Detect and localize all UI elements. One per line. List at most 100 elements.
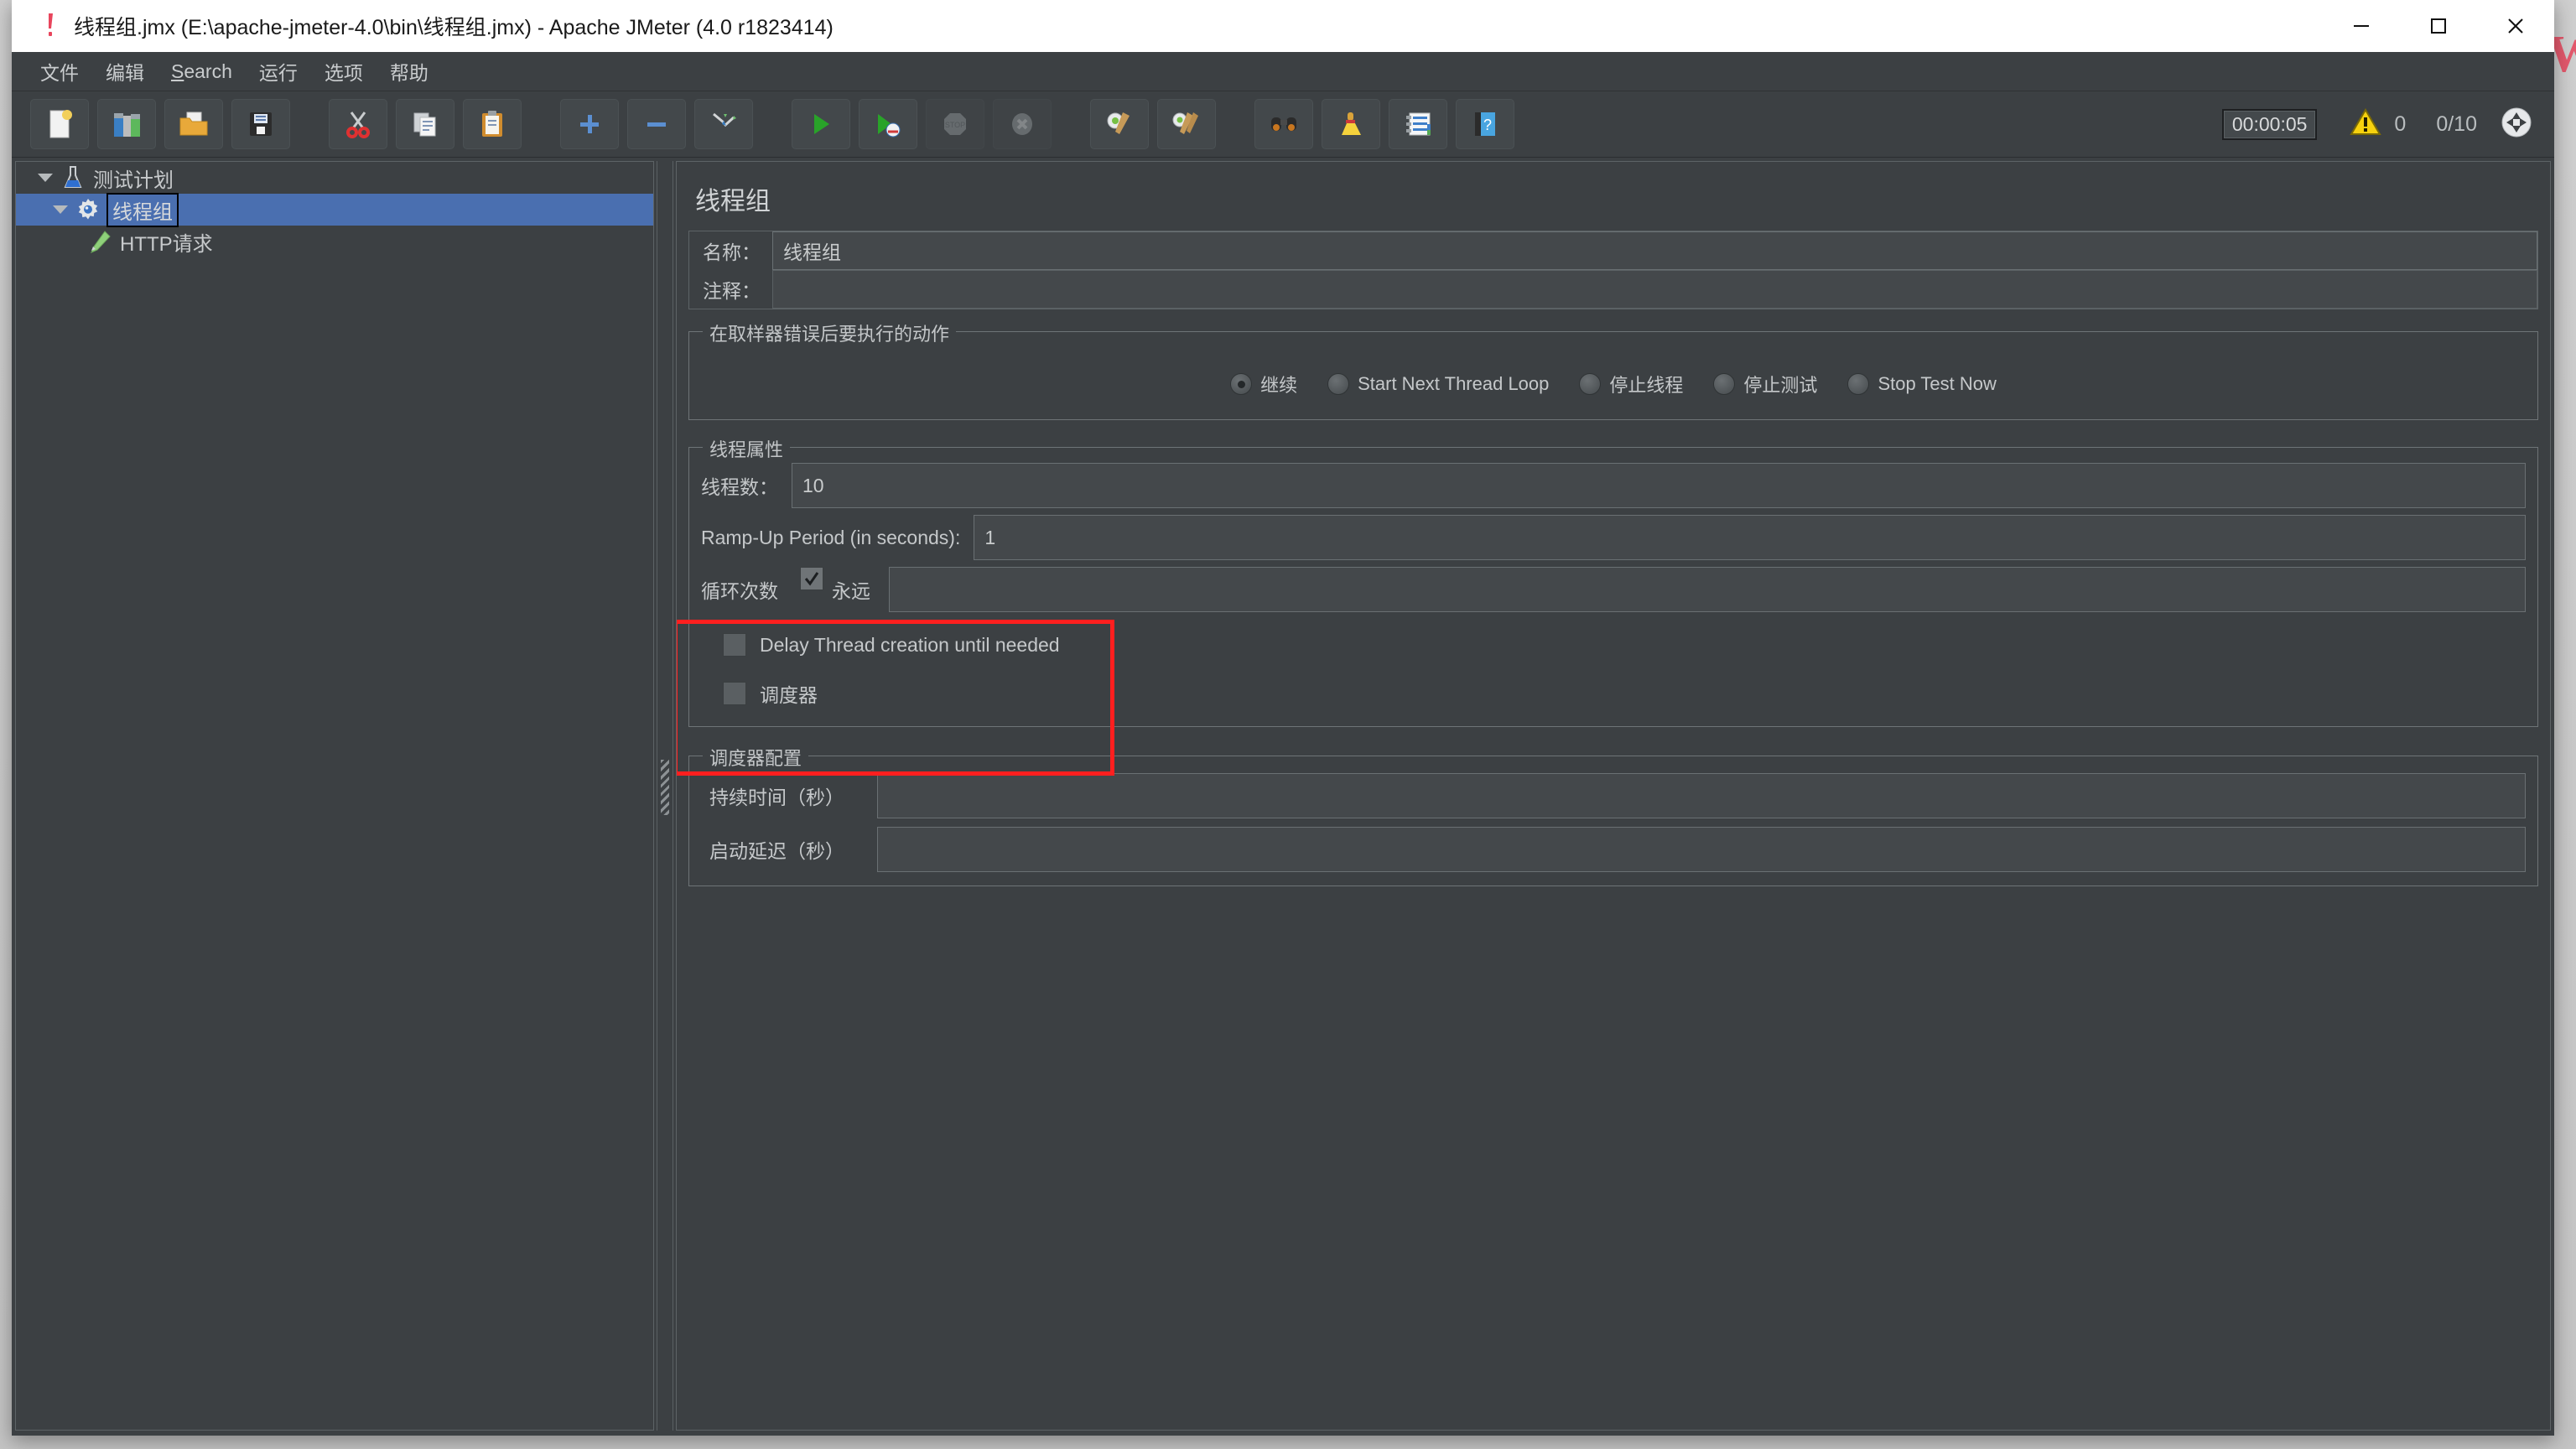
- page-title: 线程组: [695, 188, 771, 216]
- paste-button[interactable]: [463, 99, 522, 149]
- menu-run[interactable]: 运行: [246, 54, 311, 89]
- menu-file[interactable]: 文件: [27, 54, 92, 89]
- radio-stop-thread-indicator[interactable]: [1579, 373, 1602, 395]
- name-label: 名称：: [703, 242, 761, 263]
- copy-button[interactable]: [396, 99, 454, 149]
- radio-start-next-thread-loop-label: Start Next Thread Loop: [1358, 373, 1550, 394]
- sampler-error-action-radios: 继续 Start Next Thread Loop 停止线程 停止测试 Stop…: [701, 351, 2526, 406]
- menu-edit[interactable]: 编辑: [92, 54, 158, 89]
- radio-continue[interactable]: 继续: [1230, 371, 1297, 397]
- maximize-button[interactable]: [2400, 0, 2477, 52]
- comment-label: 注释：: [703, 280, 761, 302]
- radio-start-next-thread-loop[interactable]: Start Next Thread Loop: [1327, 373, 1549, 395]
- radio-stop-test-now-indicator[interactable]: [1847, 373, 1870, 395]
- tree-node-test-plan[interactable]: 测试计划: [16, 162, 653, 194]
- minimize-button[interactable]: [2323, 0, 2400, 52]
- start-no-pause-button[interactable]: [859, 99, 917, 149]
- startup-delay-input[interactable]: [877, 827, 2526, 872]
- close-button[interactable]: [2477, 0, 2554, 52]
- startup-delay-row: 启动延迟（秒）: [701, 827, 2526, 872]
- tree-node-thread-group[interactable]: 线程组: [16, 192, 653, 227]
- tree-node-test-plan-label: 测试计划: [93, 169, 174, 192]
- new-test-plan-button[interactable]: [30, 99, 89, 149]
- split-drag-handle[interactable]: [661, 760, 669, 815]
- expand-all-button[interactable]: [560, 99, 619, 149]
- delay-thread-creation-checkbox[interactable]: [723, 633, 746, 657]
- collapse-all-button[interactable]: [627, 99, 686, 149]
- delay-thread-creation-row[interactable]: Delay Thread creation until needed: [701, 621, 2526, 669]
- ramp-up-input[interactable]: 1: [974, 515, 2526, 560]
- scheduler-configuration-title: 调度器配置: [703, 744, 809, 771]
- menu-search[interactable]: Search: [158, 57, 246, 86]
- radio-stop-test[interactable]: 停止测试: [1713, 371, 1817, 397]
- window-controls: [2323, 0, 2554, 52]
- menu-help[interactable]: 帮助: [377, 54, 442, 89]
- radio-continue-indicator[interactable]: [1230, 373, 1253, 395]
- window-title-bar: 线程组.jmx (E:\apache-jmeter-4.0\bin\线程组.jm…: [12, 0, 2554, 52]
- startup-delay-label: 启动延迟（秒）: [709, 840, 844, 862]
- scheduler-configuration-group: 调度器配置 持续时间（秒） 启动延迟（秒）: [688, 744, 2538, 886]
- test-plan-tree[interactable]: 测试计划 线程组 HTTP请求: [15, 161, 654, 1431]
- radio-stop-thread[interactable]: 停止线程: [1579, 371, 1683, 397]
- expand-toggle-icon[interactable]: [51, 200, 70, 219]
- search-button[interactable]: [1254, 99, 1313, 149]
- sampler-error-action-group: 在取样器错误后要执行的动作 继续 Start Next Thread Loop …: [688, 319, 2538, 420]
- tree-node-http-request-label: HTTP请求: [120, 232, 213, 256]
- test-plan-flask-icon: [60, 164, 86, 191]
- jmeter-app-icon: [34, 12, 67, 40]
- menu-search-rest: earch: [184, 60, 232, 82]
- start-button[interactable]: [792, 99, 850, 149]
- radio-stop-test-now[interactable]: Stop Test Now: [1847, 373, 1997, 395]
- open-button[interactable]: [164, 99, 223, 149]
- duration-input[interactable]: [877, 773, 2526, 818]
- duration-row: 持续时间（秒）: [701, 773, 2526, 818]
- window-title-text: 线程组.jmx (E:\apache-jmeter-4.0\bin\线程组.jm…: [74, 16, 834, 39]
- menu-search-mnemonic: S: [171, 60, 184, 82]
- tree-node-http-request[interactable]: HTTP请求: [16, 226, 653, 257]
- templates-button[interactable]: [97, 99, 156, 149]
- delay-thread-creation-label: Delay Thread creation until needed: [760, 633, 1060, 656]
- num-threads-input[interactable]: 10: [792, 463, 2526, 508]
- menu-options[interactable]: 选项: [311, 54, 377, 89]
- elapsed-timer: 00:00:05: [2221, 108, 2318, 140]
- name-input[interactable]: 线程组: [772, 231, 2537, 270]
- warning-icon[interactable]: [2349, 107, 2382, 142]
- scheduler-checkbox[interactable]: [723, 682, 746, 705]
- cut-button[interactable]: [329, 99, 387, 149]
- radio-start-next-thread-loop-indicator[interactable]: [1327, 373, 1350, 395]
- thread-group-editor: 线程组 名称： 线程组 注释： 在取样器错误后要执行的动作 继续 Start N…: [676, 161, 2551, 1431]
- clear-all-button[interactable]: [1157, 99, 1216, 149]
- expand-toggle-icon[interactable]: [36, 169, 55, 187]
- function-helper-button[interactable]: [1389, 99, 1447, 149]
- forever-label: 永远: [832, 580, 870, 602]
- forever-checkbox[interactable]: [800, 567, 823, 590]
- radio-stop-test-label: 停止测试: [1743, 375, 1818, 396]
- comment-input[interactable]: [772, 270, 2537, 309]
- save-button[interactable]: [231, 99, 290, 149]
- loop-count-input[interactable]: [889, 567, 2526, 612]
- toggle-button[interactable]: [694, 99, 753, 149]
- reset-search-button[interactable]: [1322, 99, 1380, 149]
- radio-stop-test-indicator[interactable]: [1713, 373, 1736, 395]
- radio-continue-label: 继续: [1260, 375, 1298, 396]
- connection-status-icon[interactable]: [2499, 105, 2534, 144]
- loop-count-label: 循环次数: [701, 580, 778, 602]
- tree-node-thread-group-label: 线程组: [106, 192, 179, 227]
- split-divider[interactable]: [654, 161, 676, 1431]
- help-button[interactable]: ?: [1456, 99, 1514, 149]
- num-threads-label: 线程数：: [701, 476, 778, 498]
- ramp-up-label: Ramp-Up Period (in seconds):: [701, 526, 961, 548]
- radio-stop-test-now-label: Stop Test Now: [1877, 373, 1997, 394]
- name-row: 名称： 线程组: [689, 231, 2537, 270]
- shutdown-button: [993, 99, 1052, 149]
- svg-text:STOP: STOP: [945, 121, 965, 129]
- scheduler-row[interactable]: 调度器: [701, 669, 2526, 718]
- thread-properties-group: 线程属性 线程数： 10 Ramp-Up Period (in seconds)…: [688, 435, 2538, 727]
- main-split-pane: 测试计划 线程组 HTTP请求 线程组 名称： 线程组 注释： 在取样器错误后要…: [12, 158, 2554, 1436]
- thread-properties-title: 线程属性: [703, 435, 791, 462]
- toolbar-status-area: 00:00:05 0 0/10: [2221, 105, 2554, 144]
- svg-text:?: ?: [1483, 117, 1492, 133]
- ramp-up-row: Ramp-Up Period (in seconds): 1: [701, 515, 2526, 560]
- clear-button[interactable]: [1090, 99, 1149, 149]
- sampler-error-action-title: 在取样器错误后要执行的动作: [703, 319, 957, 346]
